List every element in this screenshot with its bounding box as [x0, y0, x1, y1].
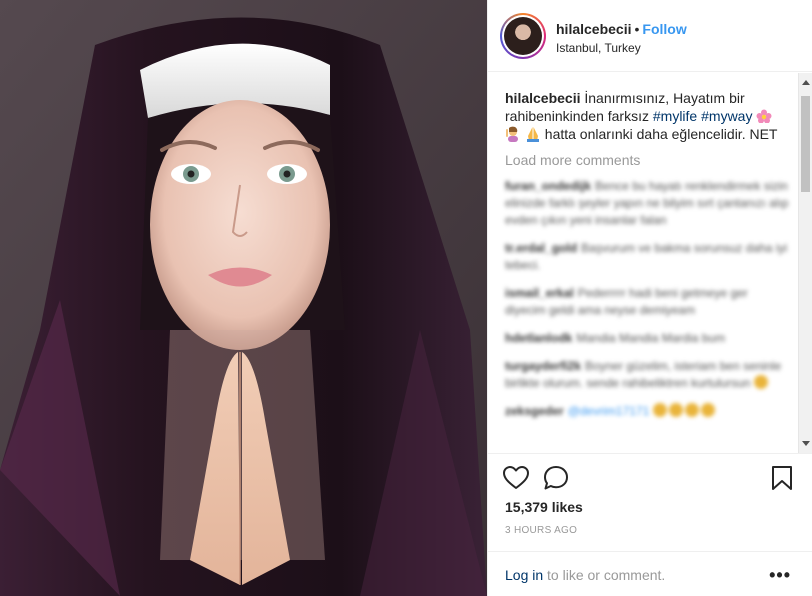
laughing-emoji-icon	[668, 403, 683, 417]
avatar-image	[504, 17, 542, 55]
follow-button[interactable]: Follow	[642, 21, 686, 37]
user-line: hilalcebecii • Follow	[556, 21, 687, 37]
laughing-emoji-icon	[652, 403, 667, 417]
comment-bubble-icon[interactable]	[542, 464, 570, 492]
blurred-comments-list: furan_ondedijk Bence bu hayatı renklendir…	[505, 178, 791, 420]
scroll-up-arrow-icon[interactable]	[802, 80, 810, 85]
load-more-comments-button[interactable]: Load more comments	[505, 152, 791, 168]
comment-item: zeksgeder @devrim17171	[505, 403, 791, 420]
comment-item: ismail_erkal Pederrrrr hadi beni getmeye …	[505, 285, 791, 319]
comment-username[interactable]: tr.erdal_gold	[505, 241, 577, 255]
laughing-emoji-icon	[700, 403, 715, 417]
comment-text: Mandia Mandia Mardia bum	[576, 331, 726, 345]
post-photo[interactable]	[0, 0, 487, 596]
post-caption: hilalcebecii İnanırmısınız, Hayatım bir …	[505, 89, 791, 143]
login-prompt: Log in to like or comment.	[505, 567, 665, 583]
comment-username[interactable]: ismail_erkal	[505, 286, 574, 300]
comments-section: hilalcebecii İnanırmısınız, Hayatım bir …	[488, 73, 812, 453]
comment-username[interactable]: turgayderfi2k	[505, 359, 581, 373]
comment-item: furan_ondedijk Bence bu hayatı renklendir…	[505, 178, 791, 229]
post-side-panel: hilalcebecii • Follow Istanbul, Turkey hil…	[487, 0, 812, 596]
bookmark-icon[interactable]	[768, 464, 796, 492]
flower-emoji-icon	[756, 109, 772, 124]
comment-username[interactable]: hdetlanlodk	[505, 331, 572, 345]
person-raising-hand-emoji-icon	[506, 126, 518, 142]
user-avatar[interactable]	[500, 13, 546, 59]
post-timestamp[interactable]: 3 HOURS AGO	[505, 525, 577, 536]
hashtag-myway[interactable]: #myway	[701, 108, 752, 124]
ellipsis-icon[interactable]: •••	[769, 565, 791, 586]
scrollbar-thumb[interactable]	[801, 96, 810, 192]
laughing-emoji-icon	[684, 403, 699, 417]
scroll-down-arrow-icon[interactable]	[802, 441, 810, 446]
comment-username[interactable]: furan_ondedijk	[505, 179, 591, 193]
separator-dot: •	[634, 21, 640, 37]
caption-username[interactable]: hilalcebecii	[505, 90, 580, 106]
comment-text: @devrim17171	[567, 404, 650, 418]
login-prompt-text: to like or comment.	[547, 567, 666, 583]
heart-icon[interactable]	[502, 464, 530, 492]
login-link[interactable]: Log in	[505, 567, 543, 583]
caption-text-2: hatta onlarınki daha eğlencelidir. NET	[544, 126, 778, 142]
folded-hands-emoji-icon	[526, 127, 539, 142]
post-header: hilalcebecii • Follow Istanbul, Turkey	[488, 0, 812, 72]
nun-portrait-image	[0, 0, 487, 596]
grinning-emoji-icon	[753, 375, 768, 389]
comment-username[interactable]: zeksgeder	[505, 404, 564, 418]
comment-item: tr.erdal_gold Başvurum ve bakma sorunsuz …	[505, 240, 791, 274]
location-link[interactable]: Istanbul, Turkey	[556, 41, 641, 55]
likes-count[interactable]: 15,379 likes	[505, 499, 583, 515]
comment-item: hdetlanlodk Mandia Mandia Mardia bum	[505, 330, 791, 347]
header-username[interactable]: hilalcebecii	[556, 21, 631, 37]
login-prompt-row: Log in to like or comment. •••	[488, 551, 812, 596]
hashtag-mylife[interactable]: #mylife	[653, 108, 697, 124]
comments-scrollbar[interactable]	[798, 73, 812, 453]
post-actions: 15,379 likes 3 HOURS AGO Log in to like …	[488, 453, 812, 593]
comment-item: turgayderfi2k Boyner güzelim, isteriam be…	[505, 358, 791, 392]
